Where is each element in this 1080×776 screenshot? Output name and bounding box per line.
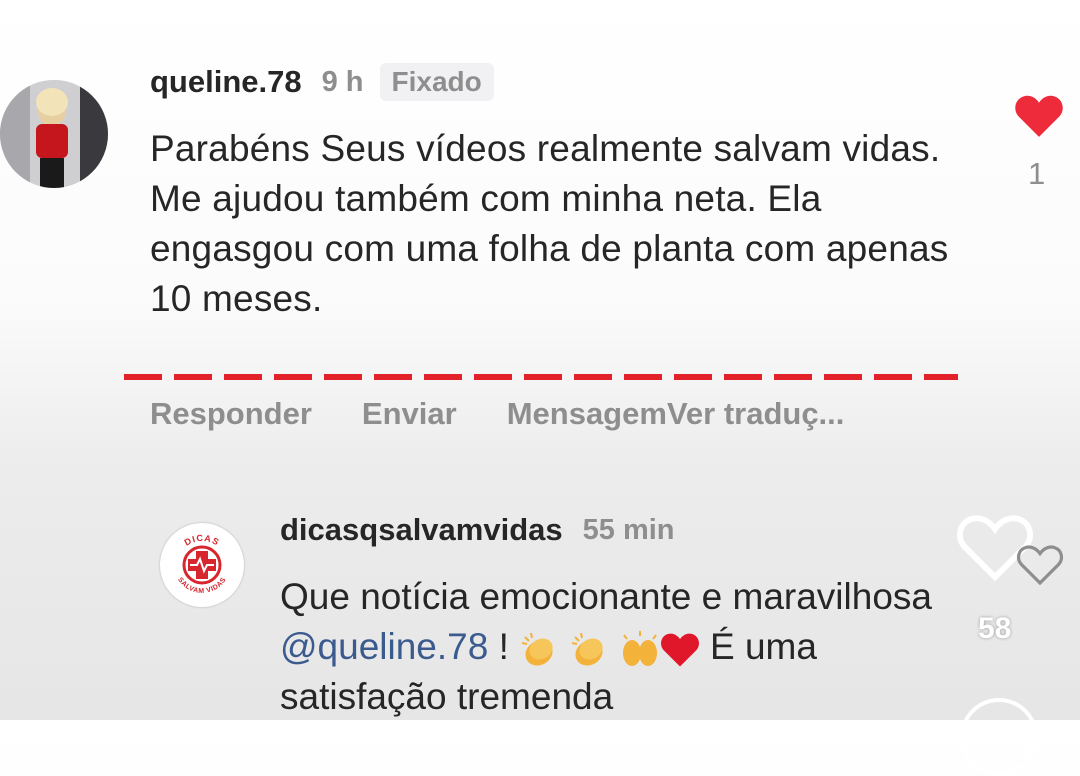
reply-header: dicasqsalvamvidas 55 min [280,508,675,552]
mention-link[interactable]: @queline.78 [280,626,488,667]
comment-text-line2: Me ajudou também com minha neta. Ela eng… [150,178,949,319]
red-dashed-underline [124,374,958,380]
reply-heart-outline-icon[interactable] [1016,542,1064,586]
reply-timestamp: 55 min [582,513,675,546]
avatar-photo [0,80,108,188]
reply-text: Que notícia emocionante e maravilhosa @q… [280,572,940,722]
comment-actions: Responder Enviar Mensagem Ver traduç... [150,396,844,432]
like-count: 1 [1028,156,1046,191]
send-button[interactable]: Enviar [362,396,457,432]
translate-button[interactable]: Ver traduç... [667,396,844,432]
comment-header: queline.78 9 h Fixado [150,58,494,106]
dicas-salvam-vidas-logo: DICAS SALVAM VIDAS [162,525,242,605]
clapping-hands-emoji [521,633,553,666]
comment-text-line1: Parabéns Seus vídeos realmente salvam vi… [150,128,941,169]
message-button[interactable]: Mensagem [507,396,667,432]
comment-timestamp: 9 h [321,65,364,98]
comment-username[interactable]: queline.78 [150,64,302,100]
heart-filled-icon[interactable] [1014,92,1064,138]
reply-username[interactable]: dicasqsalvamvidas [280,512,563,548]
avatar[interactable] [0,80,108,188]
reply-text-part1: Que notícia emocionante e maravilhosa [280,576,932,617]
reply-avatar[interactable]: DICAS SALVAM VIDAS [160,523,244,607]
clapping-hands-emoji [572,633,603,666]
comment-bubble-icon[interactable] [960,698,1038,776]
red-heart-emoji [660,633,699,667]
reply-text-part2: ! [488,626,509,667]
comment-text: Parabéns Seus vídeos realmente salvam vi… [150,124,950,324]
overlay-like-count: 58 [978,612,1012,645]
reply-button[interactable]: Responder [150,396,312,432]
reply-text-paragraph: Que notícia emocionante e maravilhosa @q… [280,572,940,722]
raised-hands-emoji [622,631,657,667]
pinned-badge: Fixado [379,63,494,101]
